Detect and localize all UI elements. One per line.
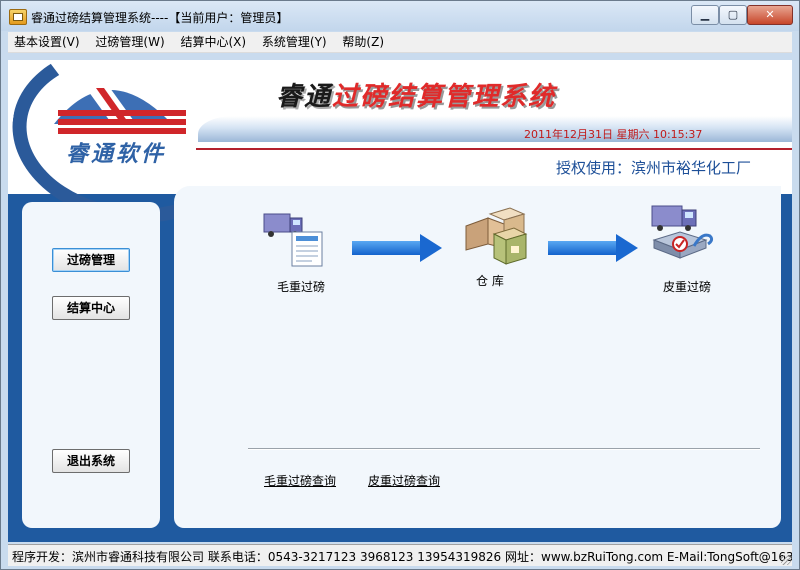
- logo-text: 睿通软件: [66, 141, 167, 167]
- title-bar[interactable]: 睿通过磅结算管理系统----【当前用户：管理员】 ▁ ▢ ✕: [1, 1, 799, 31]
- system-title: 睿通过磅结算管理系统: [276, 76, 556, 113]
- minimize-button[interactable]: ▁: [691, 5, 719, 25]
- menu-system[interactable]: 系统管理(Y): [256, 32, 333, 52]
- menu-settlement[interactable]: 结算中心(X): [174, 32, 252, 52]
- arrow-right-icon: [352, 234, 442, 262]
- exit-system-button[interactable]: 退出系统: [52, 449, 130, 473]
- arrow-right-icon: [548, 234, 638, 262]
- system-title-brand: 睿通: [276, 82, 333, 112]
- window-title: 睿通过磅结算管理系统----【当前用户：管理员】: [31, 11, 289, 25]
- settlement-center-button[interactable]: 结算中心: [52, 296, 130, 320]
- warehouse-label: 仓 库: [476, 274, 504, 288]
- main-content: 睿通软件 睿通过磅结算管理系统 2011年12月31日 星期六 10:15:37…: [0, 30, 792, 542]
- truck-document-icon[interactable]: [262, 206, 328, 268]
- license-text: 授权使用：滨州市裕华化工厂: [556, 159, 752, 177]
- resize-grip-icon[interactable]: [781, 555, 791, 565]
- nav-panel: 过磅管理 结算中心 退出系统: [22, 202, 160, 528]
- app-window: 睿通过磅结算管理系统----【当前用户：管理员】 ▁ ▢ ✕ 基本设置(V) 过…: [0, 0, 800, 570]
- status-text: 程序开发：滨州市睿通科技有限公司 联系电话：0543-3217123 39681…: [12, 550, 792, 564]
- tare-weighing-label: 皮重过磅: [663, 280, 712, 294]
- gross-weighing-label: 毛重过磅: [277, 280, 326, 294]
- menu-help[interactable]: 帮助(Z): [336, 32, 390, 52]
- separator-line: [248, 448, 760, 450]
- boxes-icon[interactable]: [464, 204, 528, 266]
- logo-icon: [54, 88, 186, 134]
- maximize-button[interactable]: ▢: [719, 5, 747, 25]
- status-bar: 程序开发：滨州市睿通科技有限公司 联系电话：0543-3217123 39681…: [8, 544, 792, 566]
- app-icon[interactable]: [9, 9, 27, 25]
- datetime-display: 2011年12月31日 星期六 10:15:37: [524, 128, 703, 141]
- header-banner: 睿通软件 睿通过磅结算管理系统 2011年12月31日 星期六 10:15:37…: [0, 30, 792, 238]
- close-button[interactable]: ✕: [747, 5, 793, 25]
- menu-basic-settings[interactable]: 基本设置(V): [8, 32, 86, 52]
- header-band: [198, 116, 792, 142]
- truck-check-icon[interactable]: [650, 200, 716, 262]
- workflow-panel: 毛重过磅 仓 库 皮重过磅 毛重过磅查询 皮重过磅查询: [174, 186, 781, 528]
- tare-weighing-query-link[interactable]: 皮重过磅查询: [368, 472, 440, 489]
- gross-weighing-query-link[interactable]: 毛重过磅查询: [264, 472, 336, 489]
- weighing-management-button[interactable]: 过磅管理: [52, 248, 130, 272]
- system-title-main: 过磅结算管理系统: [332, 82, 557, 112]
- header-divider: [196, 148, 792, 150]
